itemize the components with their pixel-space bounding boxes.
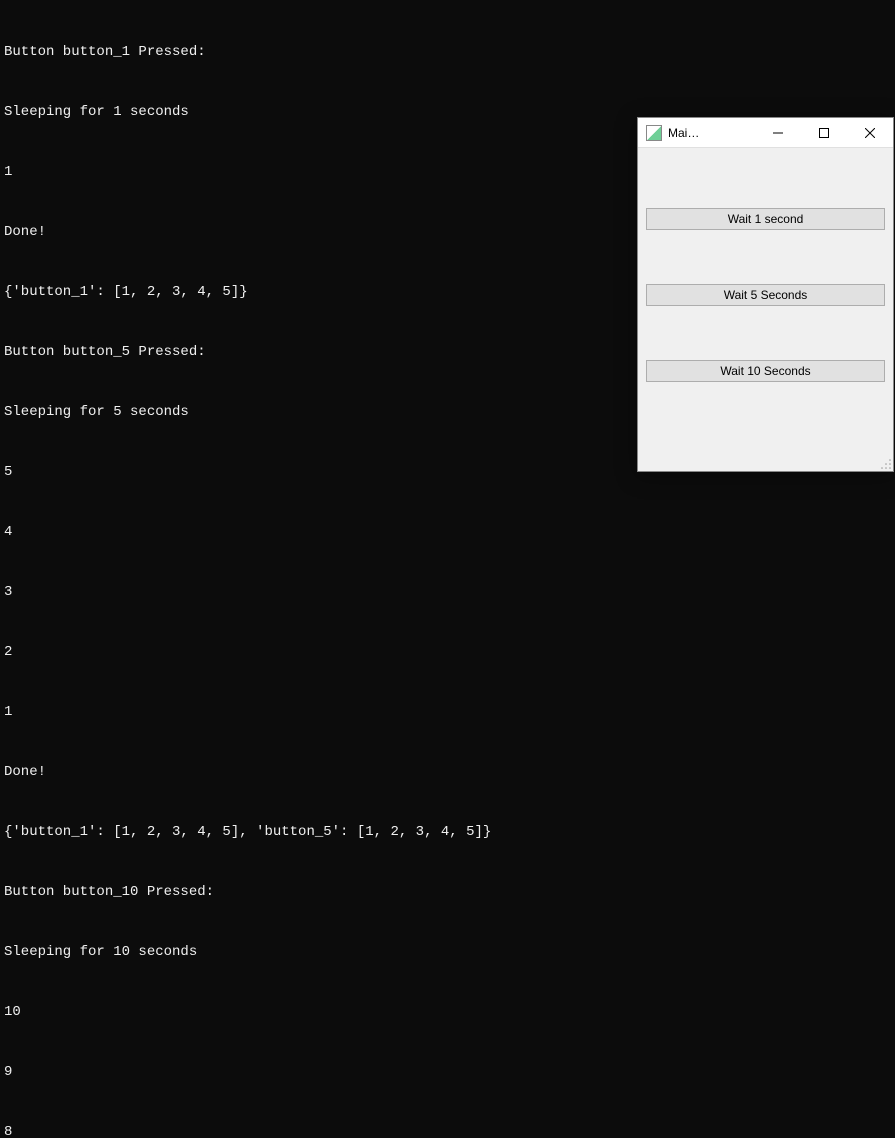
maximize-icon (819, 128, 829, 138)
resize-grip-icon (878, 456, 892, 470)
titlebar[interactable]: Mai… (638, 118, 893, 148)
window-body: Wait 1 second Wait 5 Seconds Wait 10 Sec… (638, 148, 893, 392)
window-title: Mai… (668, 126, 699, 140)
terminal-line: 3 (4, 582, 891, 602)
minimize-icon (773, 128, 783, 138)
maximize-button[interactable] (801, 118, 847, 148)
minimize-button[interactable] (755, 118, 801, 148)
terminal-line: Done! (4, 762, 891, 782)
terminal-line: {'button_1': [1, 2, 3, 4, 5], 'button_5'… (4, 822, 891, 842)
terminal-line: 10 (4, 1002, 891, 1022)
terminal-line: 9 (4, 1062, 891, 1082)
terminal-line: 1 (4, 702, 891, 722)
wait-1-button[interactable]: Wait 1 second (646, 208, 885, 230)
wait-5-button[interactable]: Wait 5 Seconds (646, 284, 885, 306)
terminal-line: 8 (4, 1122, 891, 1138)
terminal-line: 2 (4, 642, 891, 662)
close-icon (865, 128, 875, 138)
terminal-line: 4 (4, 522, 891, 542)
terminal-line: Button button_10 Pressed: (4, 882, 891, 902)
wait-1-label: Wait 1 second (728, 212, 804, 226)
wait-10-label: Wait 10 Seconds (720, 364, 810, 378)
terminal-line: Sleeping for 10 seconds (4, 942, 891, 962)
terminal-line: Button button_1 Pressed: (4, 42, 891, 62)
close-button[interactable] (847, 118, 893, 148)
wait-5-label: Wait 5 Seconds (724, 288, 808, 302)
app-icon (646, 125, 662, 141)
main-window: Mai… Wait 1 second Wait 5 Seconds Wait 1… (637, 117, 894, 472)
wait-10-button[interactable]: Wait 10 Seconds (646, 360, 885, 382)
